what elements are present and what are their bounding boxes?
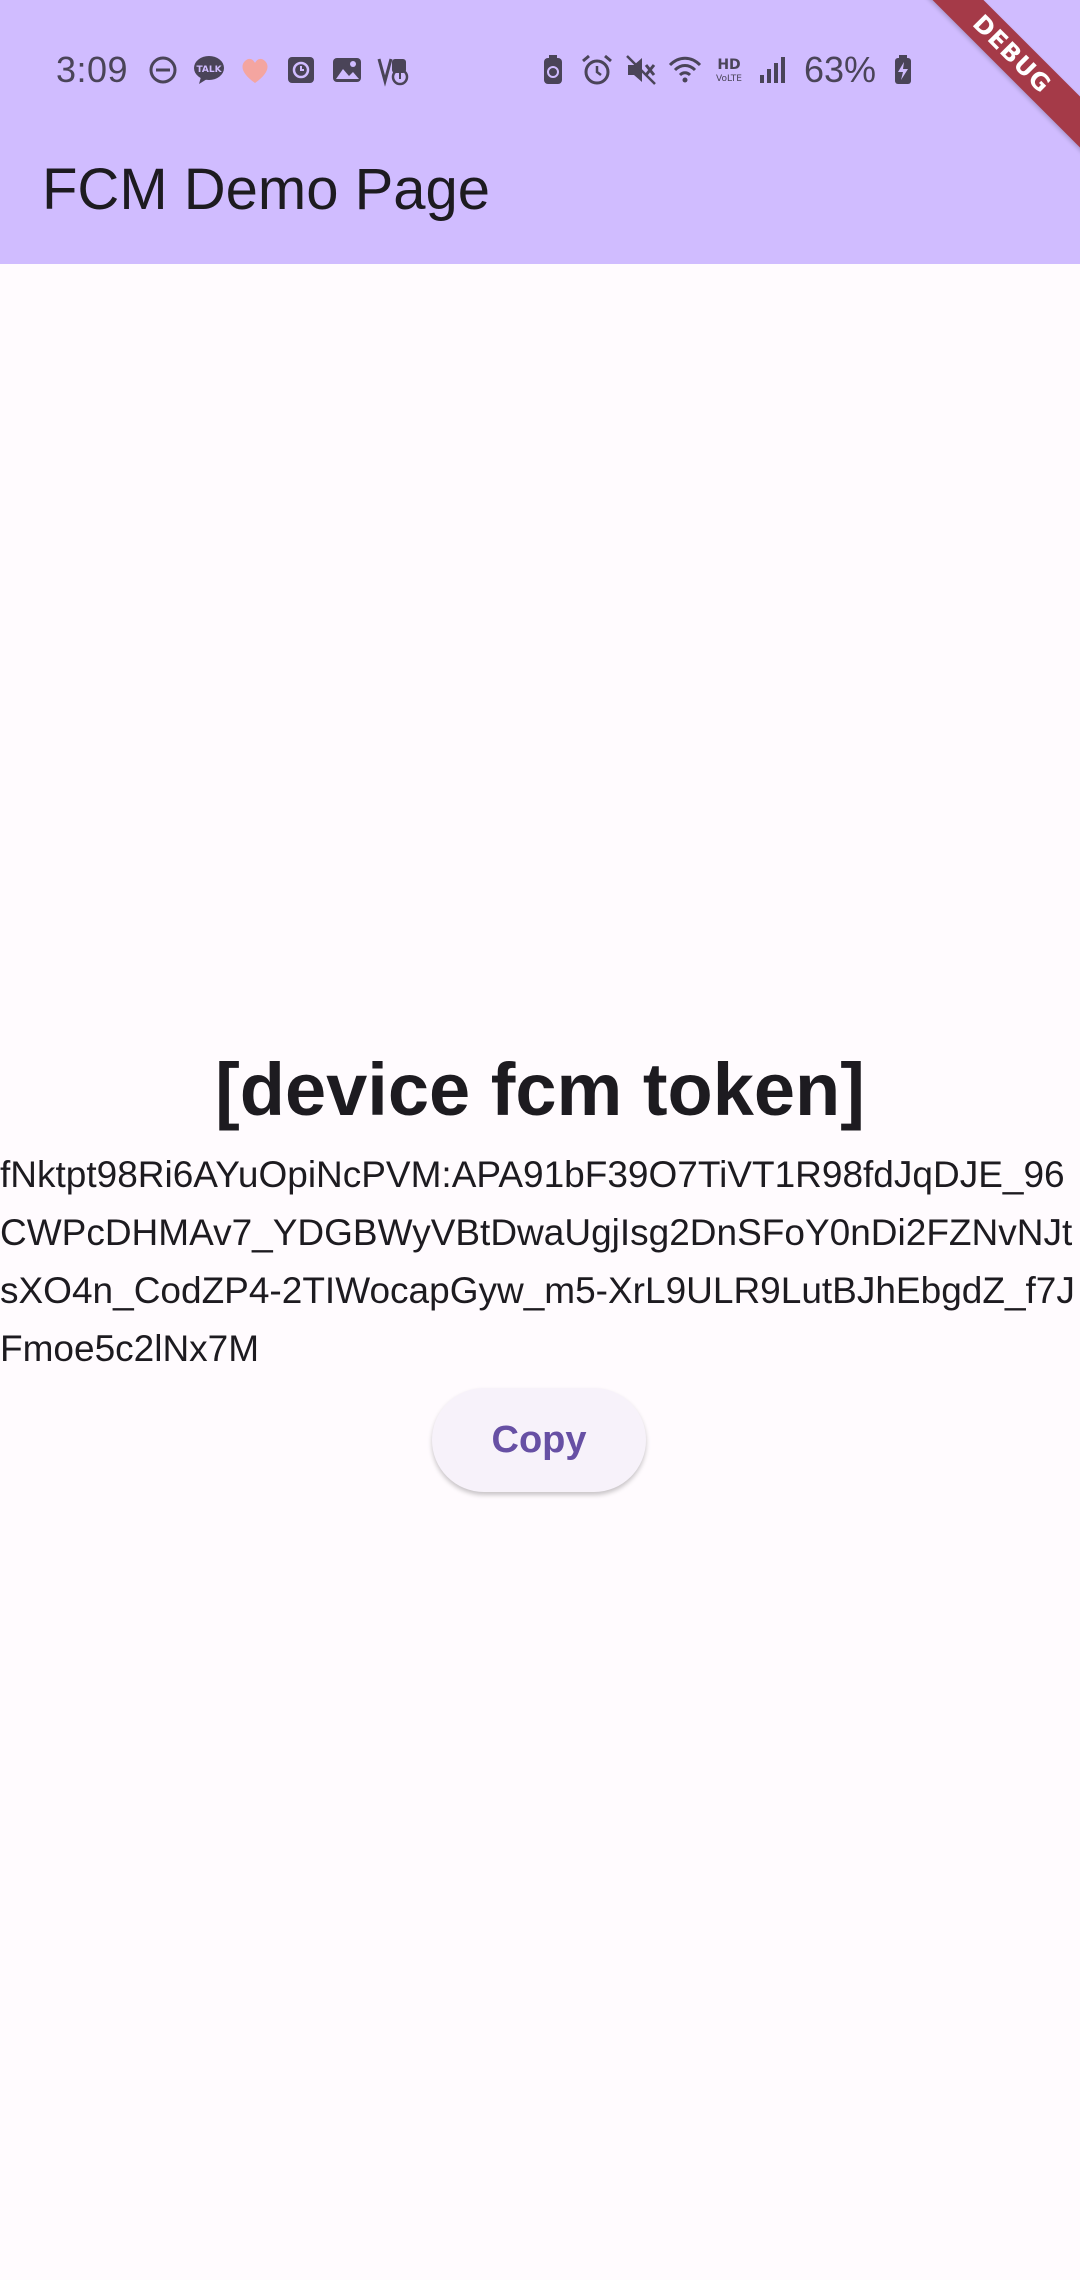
battery-percent: 63% — [804, 49, 877, 90]
mute-icon — [624, 53, 658, 87]
wifi-icon — [668, 53, 702, 87]
fcm-token-text: fNktpt98Ri6AYuOpiNcPVM:APA91bF39O7TiVT1R… — [0, 1154, 1075, 1369]
battery-saver-icon — [536, 53, 570, 87]
gallery-icon — [330, 53, 364, 87]
battery-charging-icon — [886, 53, 920, 87]
status-time: 3:09 — [56, 49, 129, 90]
signal-icon — [756, 53, 790, 87]
screenshot-icon — [376, 53, 410, 87]
svg-text:VoLTE: VoLTE — [716, 74, 742, 84]
status-bar: 3:09 TALK HD VoLTE 63% — [0, 0, 1080, 140]
heart-icon — [238, 53, 272, 87]
alarm-icon — [580, 53, 614, 87]
app-bar: 3:09 TALK HD VoLTE 63% FCM Demo Page DEB… — [0, 0, 1080, 264]
debug-label: DEBUG — [920, 0, 1080, 159]
token-heading: [device fcm token] — [215, 1048, 865, 1131]
svg-text:TALK: TALK — [197, 65, 223, 75]
kakaotalk-icon: TALK — [192, 53, 226, 87]
debug-banner: DEBUG — [920, 0, 1080, 160]
status-bar-left: 3:09 TALK — [56, 46, 410, 94]
hd-voice-icon: HD VoLTE — [712, 53, 746, 87]
do-not-disturb-icon — [146, 53, 180, 87]
svg-text:HD: HD — [717, 57, 740, 73]
status-bar-right: HD VoLTE 63% — [536, 46, 920, 94]
page-title: FCM Demo Page — [42, 157, 491, 222]
clock-app-icon — [284, 53, 318, 87]
copy-button[interactable]: Copy — [432, 1388, 646, 1492]
